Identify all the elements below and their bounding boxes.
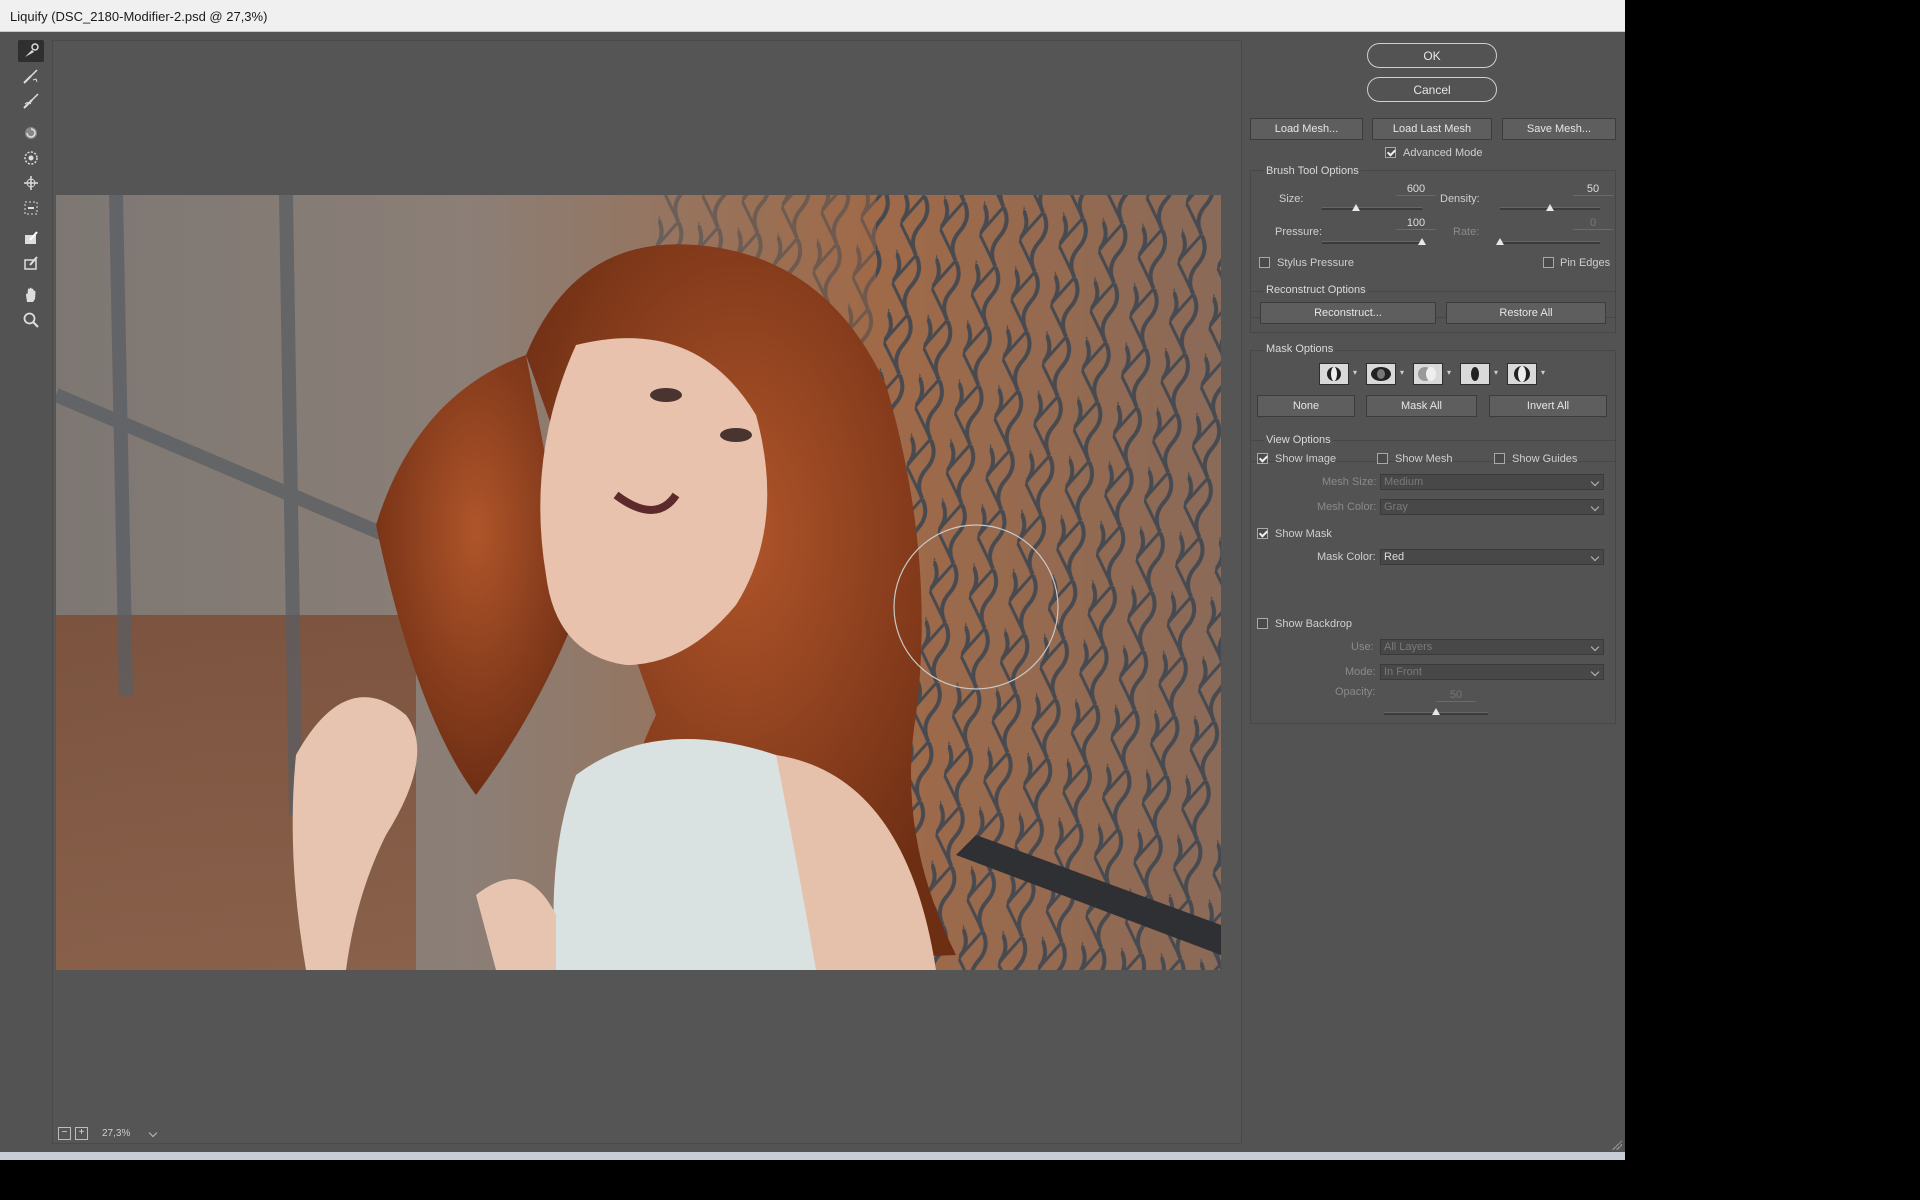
rate-slider <box>1500 241 1600 244</box>
invert-selection-icon[interactable] <box>1507 363 1545 385</box>
mask-all-button[interactable]: Mask All <box>1366 395 1477 417</box>
add-to-selection-icon[interactable] <box>1366 363 1404 385</box>
reconstruct-button[interactable]: Reconstruct... <box>1260 302 1436 324</box>
show-guides-checkbox[interactable] <box>1494 453 1505 464</box>
reconstruct-options-title: Reconstruct Options <box>1264 284 1368 296</box>
mesh-color-value: Gray <box>1384 501 1408 513</box>
size-value[interactable]: 600 <box>1396 183 1436 196</box>
use-value: All Layers <box>1384 641 1433 653</box>
density-value[interactable]: 50 <box>1573 183 1613 196</box>
replace-selection-icon[interactable] <box>1319 363 1357 385</box>
zoom-tool-icon[interactable] <box>18 309 44 331</box>
zoom-in-button[interactable]: + <box>75 1126 88 1140</box>
zoom-level[interactable]: 27,3% <box>102 1128 130 1139</box>
intersect-with-selection-icon[interactable] <box>1460 363 1498 385</box>
show-mask-checkbox[interactable] <box>1257 528 1268 539</box>
size-label: Size: <box>1279 193 1304 205</box>
mask-options-title: Mask Options <box>1264 343 1336 355</box>
pucker-tool-icon[interactable] <box>18 147 44 169</box>
resize-grip-icon[interactable] <box>1612 1140 1622 1150</box>
forward-warp-tool-icon[interactable] <box>18 40 44 62</box>
mask-color-label: Mask Color: <box>1317 551 1376 563</box>
size-slider[interactable] <box>1322 207 1422 210</box>
mask-color-value: Red <box>1384 551 1405 563</box>
opacity-label: Opacity: <box>1335 686 1376 698</box>
show-image-label: Show Image <box>1275 453 1337 465</box>
show-guides-label: Show Guides <box>1512 453 1578 465</box>
smooth-tool-icon[interactable] <box>18 90 44 112</box>
mode-select: In Front <box>1380 664 1604 680</box>
size-slider-thumb[interactable] <box>1352 204 1360 211</box>
twirl-clockwise-tool-icon[interactable] <box>18 122 44 144</box>
mode-value: In Front <box>1384 666 1422 678</box>
load-last-mesh-button[interactable]: Load Last Mesh <box>1372 118 1492 140</box>
window-title: Liquify (DSC_2180-Modifier-2.psd @ 27,3%… <box>10 9 268 24</box>
pressure-slider-thumb[interactable] <box>1418 238 1426 245</box>
opacity-value: 50 <box>1436 689 1476 702</box>
advanced-mode-label: Advanced Mode <box>1403 147 1483 159</box>
zoom-out-button[interactable]: − <box>58 1126 71 1140</box>
opacity-slider-thumb <box>1432 708 1440 715</box>
show-backdrop-checkbox[interactable] <box>1257 618 1268 629</box>
show-backdrop-label: Show Backdrop <box>1275 618 1353 630</box>
mesh-color-label: Mesh Color: <box>1317 501 1377 513</box>
freeze-mask-tool-icon[interactable] <box>18 227 44 249</box>
window-bottom-border <box>0 1152 1625 1160</box>
stylus-pressure-label: Stylus Pressure <box>1277 257 1355 269</box>
mask-color-select[interactable]: Red <box>1380 549 1604 565</box>
mode-label: Mode: <box>1345 666 1376 678</box>
reconstruct-tool-icon[interactable] <box>18 65 44 87</box>
subtract-from-selection-icon[interactable] <box>1413 363 1451 385</box>
pin-edges-label: Pin Edges <box>1560 257 1611 269</box>
save-mesh-button[interactable]: Save Mesh... <box>1502 118 1616 140</box>
mesh-size-label: Mesh Size: <box>1322 476 1377 488</box>
use-label: Use: <box>1351 641 1374 653</box>
hand-tool-icon[interactable] <box>18 284 44 306</box>
rate-label: Rate: <box>1453 226 1480 238</box>
mask-none-button[interactable]: None <box>1257 395 1355 417</box>
ok-button[interactable]: OK <box>1367 43 1497 68</box>
bloat-tool-icon[interactable] <box>18 172 44 194</box>
pressure-label: Pressure: <box>1275 226 1323 238</box>
show-mesh-checkbox[interactable] <box>1377 453 1388 464</box>
load-mesh-button[interactable]: Load Mesh... <box>1250 118 1363 140</box>
preview-image[interactable] <box>56 195 1221 970</box>
zoom-control: − + 27,3% <box>58 1124 158 1142</box>
rate-slider-thumb <box>1496 238 1504 245</box>
view-options-title: View Options <box>1264 434 1333 446</box>
cancel-button[interactable]: Cancel <box>1367 77 1497 102</box>
pressure-slider[interactable] <box>1322 241 1422 244</box>
show-mask-label: Show Mask <box>1275 528 1332 540</box>
pressure-value[interactable]: 100 <box>1396 217 1436 230</box>
pin-edges-checkbox[interactable] <box>1543 257 1554 268</box>
restore-all-button[interactable]: Restore All <box>1446 302 1606 324</box>
density-slider-thumb[interactable] <box>1546 204 1554 211</box>
liquify-window: Liquify (DSC_2180-Modifier-2.psd @ 27,3%… <box>0 0 1625 1160</box>
show-mesh-label: Show Mesh <box>1395 453 1453 465</box>
push-left-tool-icon[interactable] <box>18 197 44 219</box>
thaw-mask-tool-icon[interactable] <box>18 252 44 274</box>
options-panel: OK Cancel Load Mesh... Load Last Mesh Sa… <box>1246 40 1620 1140</box>
invert-all-button[interactable]: Invert All <box>1489 395 1607 417</box>
brush-options-title: Brush Tool Options <box>1264 165 1361 177</box>
use-select: All Layers <box>1380 639 1604 655</box>
stylus-pressure-checkbox[interactable] <box>1259 257 1270 268</box>
mesh-size-select: Medium <box>1380 474 1604 490</box>
rate-value: 0 <box>1573 217 1613 230</box>
mesh-color-select: Gray <box>1380 499 1604 515</box>
advanced-mode-checkbox[interactable] <box>1385 147 1396 158</box>
density-label: Density: <box>1440 193 1480 205</box>
show-image-checkbox[interactable] <box>1257 453 1268 464</box>
mesh-size-value: Medium <box>1384 476 1424 488</box>
title-bar[interactable]: Liquify (DSC_2180-Modifier-2.psd @ 27,3%… <box>0 0 1625 32</box>
zoom-dropdown-icon[interactable] <box>149 1128 158 1138</box>
